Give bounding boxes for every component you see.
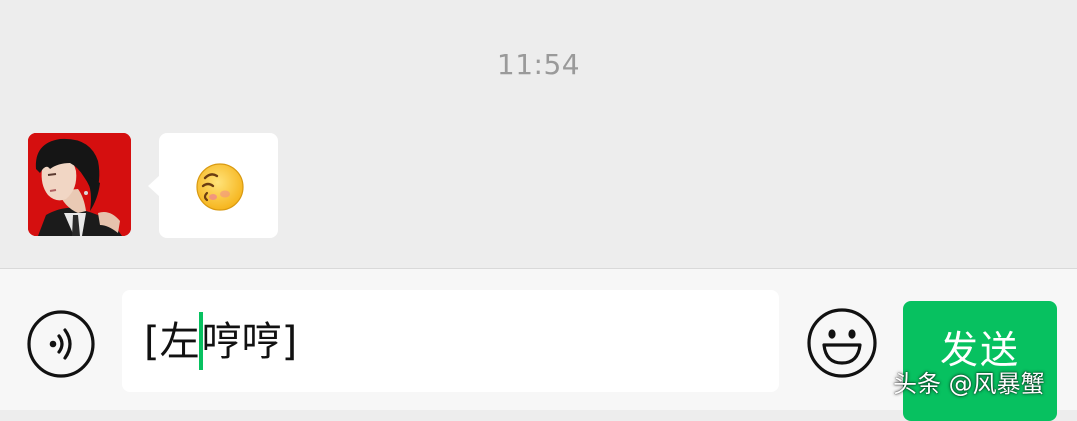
watermark: 头条 @风暴蟹 <box>893 370 1045 398</box>
input-text-after-caret: 哼哼] <box>201 319 298 365</box>
message-input[interactable]: [左哼哼] <box>122 290 779 392</box>
send-button[interactable]: 发送 <box>903 301 1057 421</box>
emoji-button[interactable] <box>806 307 878 379</box>
input-text-before-caret: [左 <box>144 319 200 365</box>
message-input-value: [左哼哼] <box>144 312 298 370</box>
voice-input-button[interactable] <box>26 309 96 379</box>
message-timestamp: 11:54 <box>496 48 581 81</box>
contact-avatar[interactable] <box>28 133 131 236</box>
hmph-face-emoji <box>196 163 244 211</box>
chat-area: 11:54 <box>0 0 1077 268</box>
message-bubble[interactable] <box>148 133 278 238</box>
voice-icon <box>27 310 95 378</box>
emoji-smile-icon <box>807 308 877 378</box>
text-caret <box>198 312 203 370</box>
